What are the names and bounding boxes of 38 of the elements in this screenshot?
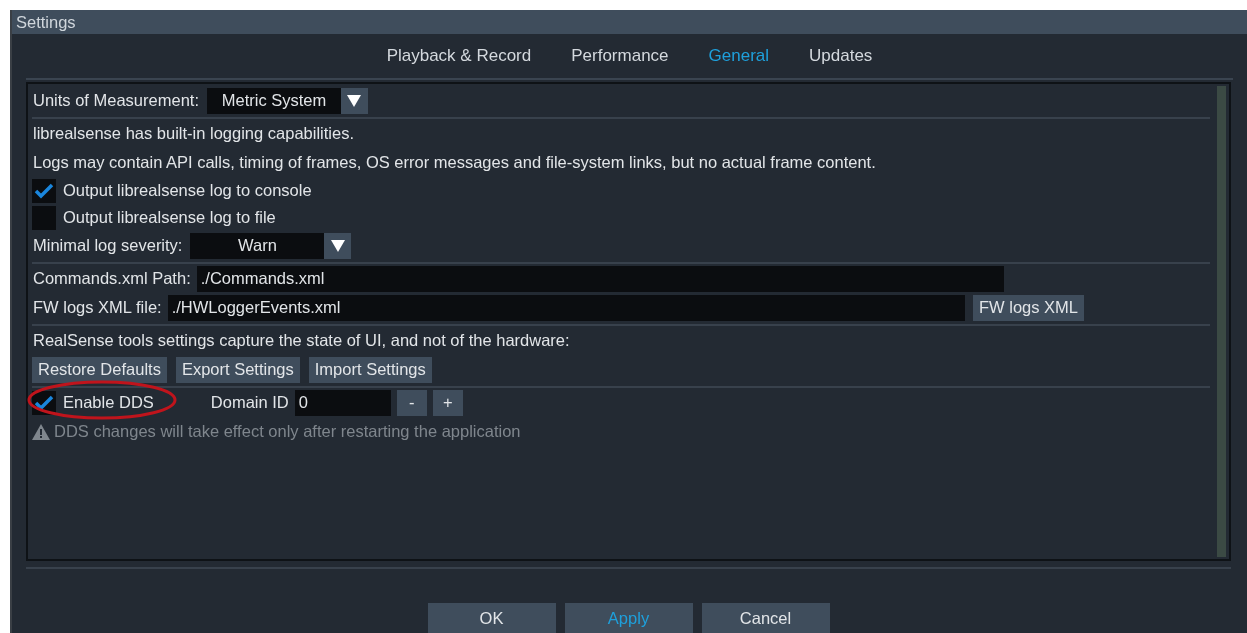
dropdown-arrow-icon: [346, 93, 363, 108]
tab[interactable]: Playback & Record: [386, 44, 532, 68]
checkbox-label: Output librealsense log to console: [62, 181, 312, 201]
info-text: librealsense has built-in logging capabilities.: [32, 124, 355, 144]
increment-button[interactable]: +: [432, 389, 463, 416]
checkbox-label: Enable DDS: [62, 393, 154, 413]
warning-icon: [32, 423, 50, 440]
info-text: RealSense tools settings capture the state of UI, and not of the hardware:: [32, 331, 570, 351]
settings-button[interactable]: Restore Defaults: [32, 356, 167, 383]
field-label: Minimal log severity:: [32, 236, 183, 256]
dropdown[interactable]: Metric System: [207, 87, 368, 114]
domain-id-field[interactable]: 0: [294, 389, 391, 416]
warning-text: DDS changes will take effect only after restarting the application: [53, 422, 521, 442]
dialog-button[interactable]: Cancel: [701, 603, 830, 633]
settings-button[interactable]: Export Settings: [175, 356, 300, 383]
dropdown-arrow-icon: [329, 238, 346, 253]
tab[interactable]: Performance: [571, 44, 669, 68]
checkbox[interactable]: [32, 205, 56, 230]
dropdown[interactable]: Warn: [190, 232, 352, 259]
window-title: Settings: [12, 10, 1247, 34]
field-label: Domain ID: [209, 393, 289, 413]
tab[interactable]: Updates: [809, 44, 873, 68]
field-label: FW logs XML file:: [32, 298, 162, 318]
checkmark-icon: [34, 182, 54, 199]
path-field[interactable]: ./Commands.xml: [196, 265, 1004, 292]
checkbox[interactable]: [32, 178, 56, 203]
scrollbar[interactable]: [1217, 85, 1226, 557]
field-label: Commands.xml Path:: [32, 269, 191, 289]
tab[interactable]: General: [708, 44, 770, 68]
path-field[interactable]: ./HWLoggerEvents.xml: [167, 294, 965, 321]
settings-button[interactable]: Import Settings: [308, 356, 432, 383]
dialog-button[interactable]: OK: [427, 603, 556, 633]
checkbox-label: Output librealsense log to file: [62, 208, 276, 228]
info-text: Logs may contain API calls, timing of frames, OS error messages and file-system links, but no actual frame content.: [32, 153, 876, 173]
browse-button[interactable]: FW logs XML: [973, 294, 1085, 321]
decrement-button[interactable]: -: [396, 389, 427, 416]
checkmark-icon: [34, 394, 54, 411]
field-label: Units of Measurement:: [32, 91, 199, 111]
